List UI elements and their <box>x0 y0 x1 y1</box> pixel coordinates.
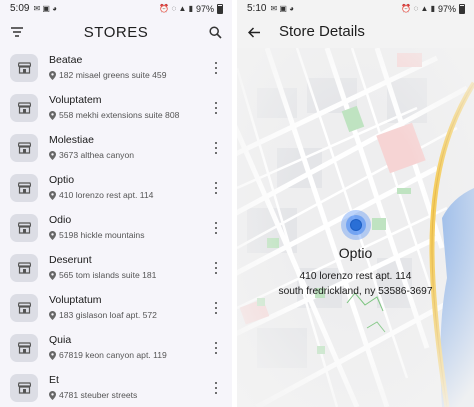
page-title: Store Details <box>279 23 365 40</box>
store-name: Quia <box>49 334 72 346</box>
battery-icon <box>217 3 223 14</box>
store-address: 182 misael greens suite 459 <box>59 70 167 80</box>
store-list-item[interactable]: Et 4781 steuber streets <box>0 368 232 407</box>
store-icon <box>10 174 38 202</box>
more-vert-icon[interactable] <box>213 61 219 75</box>
back-arrow-icon[interactable] <box>246 24 262 40</box>
store-name: Beatae <box>49 54 83 66</box>
store-name: Deserunt <box>49 254 92 266</box>
store-name: Voluptatum <box>49 294 102 306</box>
notification-icons: ✉ ▣ ◕ <box>270 3 295 13</box>
store-address: 183 gislason loaf apt. 572 <box>59 310 157 320</box>
stores-screen: 5:09 ✉ ▣ ◕ ⏰ ◌ ▲ ▮ 97% STORES Beatae 182 … <box>0 0 232 407</box>
map-view[interactable] <box>237 48 474 407</box>
store-address-line1: 410 lorenzo rest apt. 114 <box>299 271 412 282</box>
status-bar: 5:09 ✉ ▣ ◕ ⏰ ◌ ▲ ▮ 97% <box>0 0 232 17</box>
location-pin-icon <box>49 70 56 80</box>
store-list-item[interactable]: Optio 410 lorenzo rest apt. 114 <box>0 168 232 208</box>
location-pin-icon <box>49 110 56 120</box>
store-address: 3673 althea canyon <box>59 150 135 160</box>
page-title: STORES <box>83 23 149 41</box>
store-icon <box>10 214 38 242</box>
store-list-item[interactable]: Deserunt 565 tom islands suite 181 <box>0 248 232 288</box>
store-list: Beatae 182 misael greens suite 459 Volupta… <box>0 48 232 407</box>
location-pin-icon <box>49 310 56 320</box>
store-name: Molestiae <box>49 134 94 146</box>
store-icon <box>10 54 38 82</box>
battery-percent: 97% <box>437 3 456 14</box>
status-time: 5:09 <box>10 3 30 14</box>
search-icon[interactable] <box>207 24 223 40</box>
store-address-line2: south fredrickland, ny 53586-3697 <box>278 286 433 297</box>
battery-icon <box>459 3 465 14</box>
location-pin-icon <box>49 150 56 160</box>
store-name: Optio <box>338 245 373 261</box>
store-address: 5198 hickle mountains <box>59 230 145 240</box>
more-vert-icon[interactable] <box>213 301 219 315</box>
more-vert-icon[interactable] <box>213 261 219 275</box>
store-name: Voluptatem <box>49 94 102 106</box>
store-address: 4781 steuber streets <box>59 390 138 400</box>
notification-icons: ✉ ▣ ◕ <box>33 3 58 13</box>
more-vert-icon[interactable] <box>213 381 219 395</box>
more-vert-icon[interactable] <box>213 141 219 155</box>
more-vert-icon[interactable] <box>213 101 219 115</box>
store-icon <box>10 374 38 402</box>
store-list-item[interactable]: Beatae 182 misael greens suite 459 <box>0 48 232 88</box>
location-pin-icon <box>49 230 56 240</box>
store-address: 558 mekhi extensions suite 808 <box>59 110 180 120</box>
store-list-item[interactable]: Quia 67819 keon canyon apt. 119 <box>0 328 232 368</box>
store-icon <box>10 334 38 362</box>
more-vert-icon[interactable] <box>213 221 219 235</box>
signal-icons: ⏰ ◌ ▲ ▮ <box>159 3 193 13</box>
store-details-screen: 5:10 ✉ ▣ ◕ ⏰ ◌ ▲ ▮ 97% Store Details Opt… <box>237 0 474 407</box>
store-list-item[interactable]: Voluptatum 183 gislason loaf apt. 572 <box>0 288 232 328</box>
store-address: 565 tom islands suite 181 <box>59 270 157 280</box>
signal-icons: ⏰ ◌ ▲ ▮ <box>401 3 435 13</box>
store-list-item[interactable]: Molestiae 3673 althea canyon <box>0 128 232 168</box>
store-icon <box>10 254 38 282</box>
more-vert-icon[interactable] <box>213 181 219 195</box>
status-bar: 5:10 ✉ ▣ ◕ ⏰ ◌ ▲ ▮ 97% <box>237 0 474 17</box>
filter-icon[interactable] <box>9 24 25 40</box>
location-pin-icon <box>49 350 56 360</box>
store-icon <box>10 134 38 162</box>
store-list-item[interactable]: Voluptatem 558 mekhi extensions suite 808 <box>0 88 232 128</box>
store-list-item[interactable]: Odio 5198 hickle mountains <box>0 208 232 248</box>
location-marker-icon[interactable] <box>341 210 371 240</box>
store-icon <box>10 94 38 122</box>
store-name: Optio <box>49 174 75 186</box>
store-name: Odio <box>49 214 72 226</box>
store-icon <box>10 294 38 322</box>
store-address: 410 lorenzo rest apt. 114 <box>59 190 154 200</box>
status-time: 5:10 <box>247 3 267 14</box>
store-address: 67819 keon canyon apt. 119 <box>59 350 167 360</box>
app-bar: STORES <box>0 17 232 47</box>
app-bar: Store Details <box>237 17 474 47</box>
location-pin-icon <box>49 270 56 280</box>
store-name: Et <box>49 374 59 386</box>
location-pin-icon <box>49 190 56 200</box>
more-vert-icon[interactable] <box>213 341 219 355</box>
location-pin-icon <box>49 390 56 400</box>
battery-percent: 97% <box>195 3 214 14</box>
